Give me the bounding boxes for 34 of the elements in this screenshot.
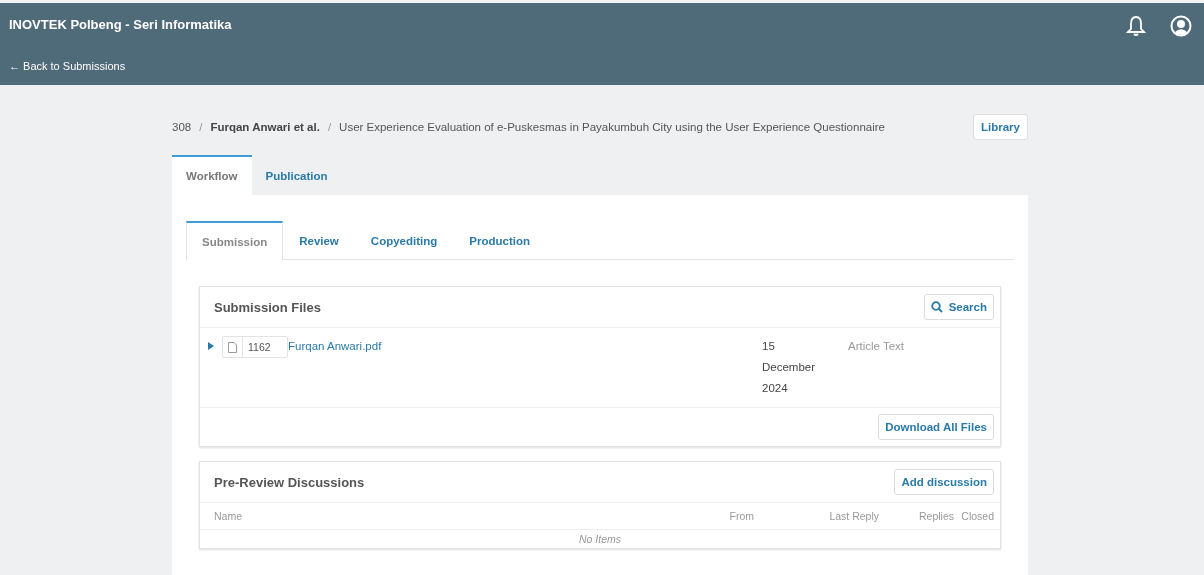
breadcrumb-separator: / xyxy=(327,121,332,133)
user-icon[interactable] xyxy=(1170,15,1192,37)
stage-tab[interactable]: Submission xyxy=(186,221,284,260)
column-header: Last Reply xyxy=(828,510,879,522)
stage-tab[interactable]: Copyediting xyxy=(354,221,454,259)
expand-icon[interactable] xyxy=(208,342,214,350)
back-link[interactable]: ← Back to Submissions xyxy=(9,60,126,72)
stage-tab[interactable]: Review xyxy=(283,221,355,259)
column-header: Closed xyxy=(960,510,994,522)
submission-authors: Furqan Anwari et al. xyxy=(210,121,320,133)
library-button[interactable]: Library xyxy=(973,114,1028,140)
file-icon xyxy=(228,341,237,353)
search-icon xyxy=(930,301,943,313)
card-title: Submission Files xyxy=(214,299,321,315)
stage-tab[interactable]: Production xyxy=(453,221,546,259)
add-discussion-button[interactable]: Add discussion xyxy=(894,469,994,495)
submission-id: 308 xyxy=(172,121,192,133)
bell-icon[interactable] xyxy=(1126,15,1146,37)
tab[interactable]: Publication xyxy=(251,155,342,195)
file-type: Article Text xyxy=(848,339,906,354)
empty-message: No Items xyxy=(579,533,621,545)
column-header: Name xyxy=(214,510,243,522)
download-all-button[interactable]: Download All Files xyxy=(878,414,994,440)
column-header: Replies xyxy=(917,510,954,522)
search-button[interactable]: Search xyxy=(923,294,994,320)
journal-title: INOVTEK Polbeng - Seri Informatika xyxy=(9,17,232,32)
column-header: From xyxy=(728,510,754,522)
submission-title: User Experience Evaluation of e-Puskesmas in Payakumbuh City using the User Experience Questionnaire xyxy=(339,121,885,133)
file-date: 15 December 2024 xyxy=(762,339,817,396)
file-link[interactable]: Furqan Anwari.pdf xyxy=(288,336,762,356)
tab[interactable]: Workflow xyxy=(172,155,252,195)
breadcrumb-separator: / xyxy=(199,121,203,133)
card-title: Pre-Review Discussions xyxy=(214,474,365,490)
file-id: 1162 xyxy=(247,341,272,353)
